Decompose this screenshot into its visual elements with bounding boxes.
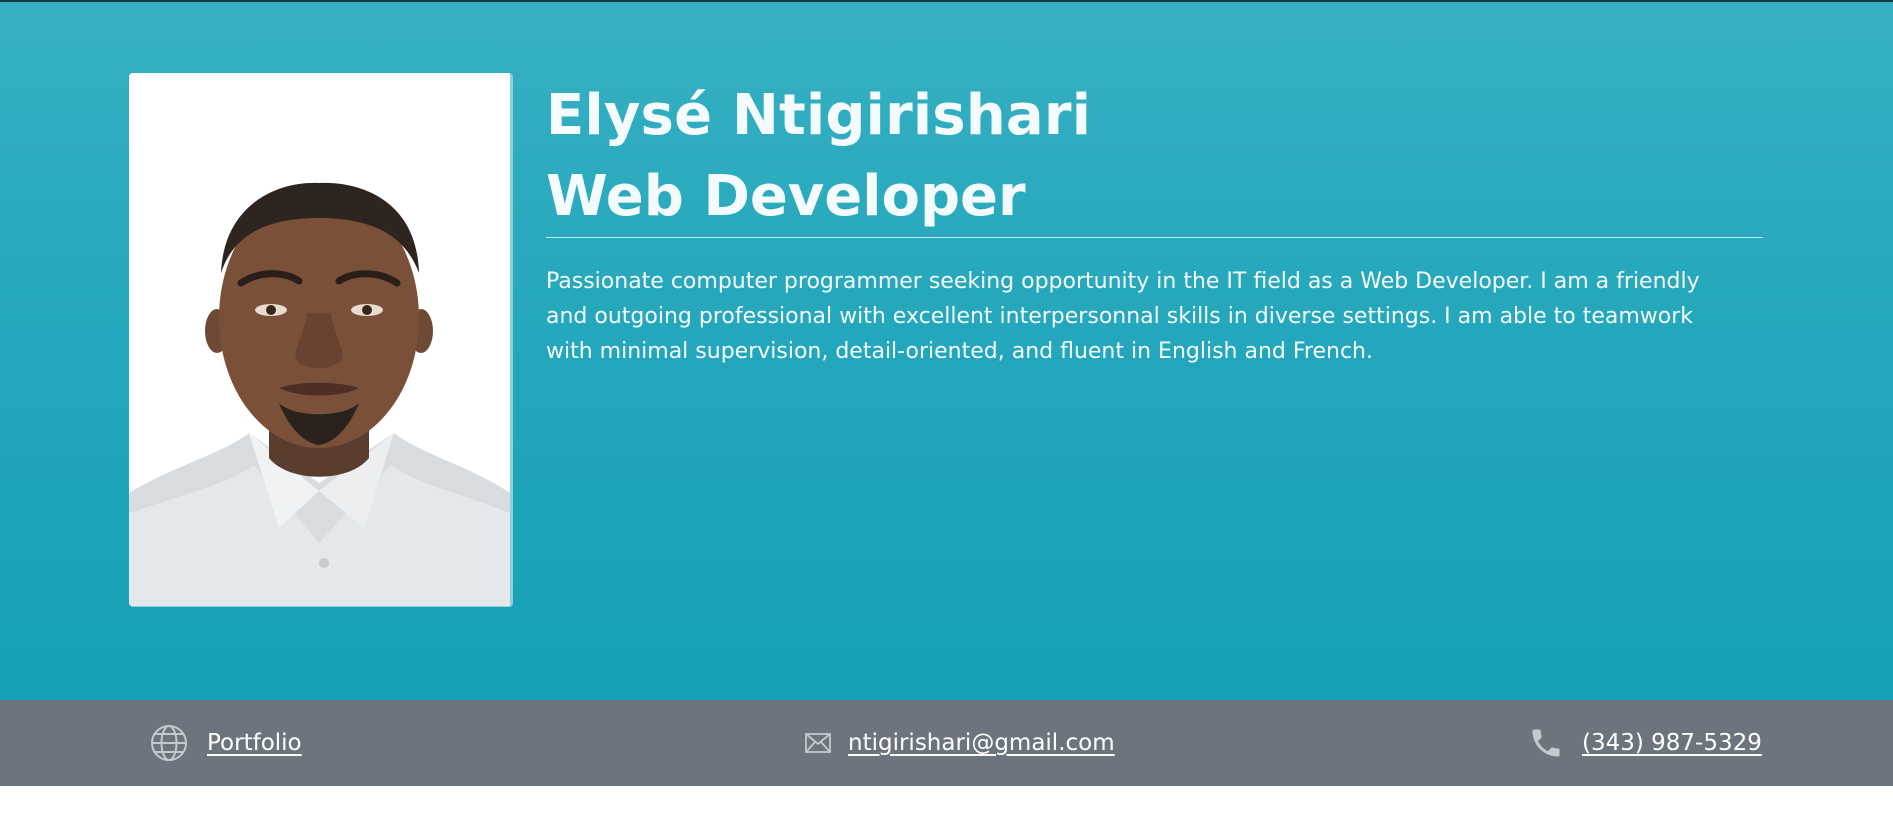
portfolio-link[interactable]: Portfolio	[207, 730, 302, 756]
profile-role: Web Developer	[546, 164, 1026, 229]
envelope-icon	[805, 733, 831, 753]
contact-email: ntigirishari@gmail.com	[805, 700, 1115, 786]
profile-photo	[129, 73, 513, 607]
phone-link[interactable]: (343) 987-5329	[1582, 730, 1762, 756]
globe-icon	[150, 724, 188, 762]
phone-icon	[1528, 725, 1564, 761]
contact-bar: Portfolio ntigirishari@gmail.com (343) 9…	[0, 700, 1893, 786]
profile-bio: Passionate computer programmer seeking o…	[546, 269, 1700, 364]
email-link[interactable]: ntigirishari@gmail.com	[848, 730, 1115, 756]
heading-divider	[546, 237, 1763, 238]
contact-phone: (343) 987-5329	[1528, 700, 1762, 786]
profile-name: Elysé Ntigirishari	[546, 83, 1092, 148]
contact-portfolio: Portfolio	[150, 700, 302, 786]
hero-section: Elysé Ntigirishari Web Developer Passion…	[0, 2, 1893, 700]
portrait-image	[129, 73, 510, 606]
